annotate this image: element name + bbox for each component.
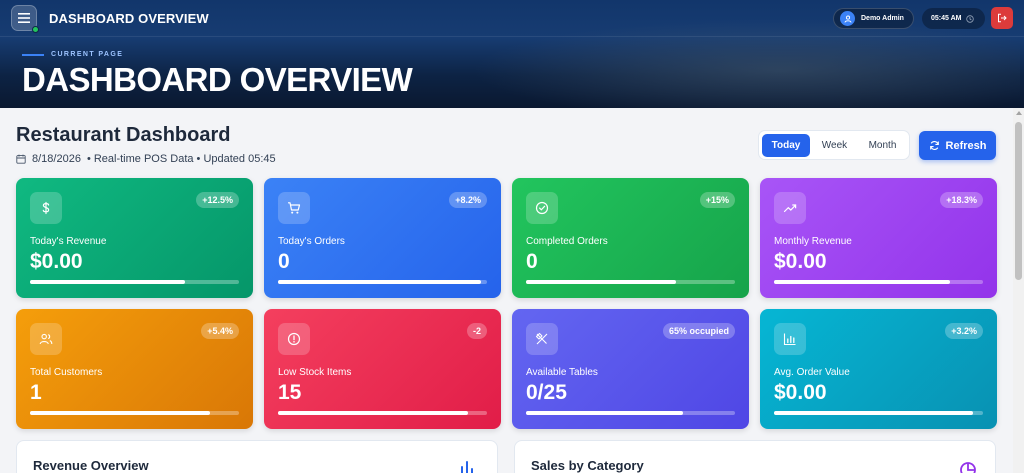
- current-time: 05:45 AM: [931, 15, 962, 22]
- page-scrollbar[interactable]: [1013, 108, 1024, 473]
- dashboard-content: Restaurant Dashboard 8/18/2026 • Real-ti…: [0, 108, 1013, 473]
- card-progress-fill: [30, 411, 210, 415]
- refresh-icon: [929, 141, 939, 150]
- card-value: 0: [526, 250, 538, 273]
- dashboard-meta: 8/18/2026 • Real-time POS Data • Updated…: [16, 153, 276, 165]
- scrollbar-thumb[interactable]: [1015, 122, 1022, 280]
- logout-icon: [998, 13, 1007, 23]
- trending-up-icon: [774, 192, 806, 224]
- cart-icon: [278, 192, 310, 224]
- clock-display: 05:45 AM: [922, 8, 985, 29]
- user-menu-button[interactable]: Demo Admin: [833, 8, 914, 29]
- card-change-badge: +12.5%: [196, 192, 239, 208]
- revenue-overview-panel: Revenue Overview: [16, 440, 498, 473]
- card-change-badge: +18.3%: [940, 192, 983, 208]
- card-change-badge: 65% occupied: [662, 323, 735, 339]
- bar-chart-icon: [461, 461, 473, 473]
- card-change-badge: +15%: [699, 192, 735, 208]
- refresh-button[interactable]: Refresh: [919, 131, 996, 160]
- card-label: Monthly Revenue: [774, 236, 852, 247]
- card-label: Total Customers: [30, 367, 103, 378]
- time-range-selector: Today Week Month: [758, 130, 910, 160]
- card-progress-fill: [278, 411, 469, 415]
- card-value: 15: [278, 381, 302, 404]
- topbar-page-title: DASHBOARD OVERVIEW: [49, 11, 209, 26]
- dashboard-meta-text: • Real-time POS Data • Updated 05:45: [86, 153, 276, 165]
- card-value: $0.00: [774, 250, 827, 273]
- users-icon: [30, 323, 62, 355]
- card-label: Available Tables: [526, 367, 598, 378]
- card-progress-track: [278, 411, 487, 415]
- sales-by-category-panel: Sales by Category: [514, 440, 996, 473]
- stat-card-low-stock-items[interactable]: -2 Low Stock Items 15: [264, 309, 501, 429]
- online-status-dot: [32, 26, 39, 33]
- card-change-badge: +3.2%: [945, 323, 983, 339]
- card-progress-track: [774, 280, 983, 284]
- card-progress-track: [278, 280, 487, 284]
- calendar-icon: [16, 154, 26, 164]
- card-value: $0.00: [774, 381, 827, 404]
- stat-card-todays-revenue[interactable]: +12.5% Today's Revenue $0.00: [16, 178, 253, 298]
- hamburger-icon: [18, 13, 30, 23]
- card-change-badge: -2: [466, 323, 487, 339]
- stat-card-monthly-revenue[interactable]: +18.3% Monthly Revenue $0.00: [760, 178, 997, 298]
- stat-card-completed-orders[interactable]: +15% Completed Orders 0: [512, 178, 749, 298]
- card-value: 0/25: [526, 381, 567, 404]
- card-value: 1: [30, 381, 42, 404]
- utensils-icon: [526, 323, 558, 355]
- card-change-badge: +8.2%: [449, 192, 487, 208]
- refresh-label: Refresh: [945, 139, 987, 152]
- bar-chart-icon: [774, 323, 806, 355]
- scroll-up-arrow-icon[interactable]: [1016, 111, 1022, 115]
- card-value: 0: [278, 250, 290, 273]
- top-navigation-bar: DASHBOARD OVERVIEW Demo Admin 05:45 AM: [0, 0, 1024, 36]
- card-change-badge: +5.4%: [201, 323, 239, 339]
- check-circle-icon: [526, 192, 558, 224]
- revenue-overview-title: Revenue Overview: [33, 458, 149, 473]
- range-today-button[interactable]: Today: [762, 133, 810, 157]
- stat-card-avg-order-value[interactable]: +3.2% Avg. Order Value $0.00: [760, 309, 997, 429]
- user-avatar-icon: [840, 11, 855, 26]
- sales-by-category-title: Sales by Category: [531, 458, 644, 473]
- dollar-icon: [30, 192, 62, 224]
- hero-subtitle: CURRENT PAGE: [51, 51, 124, 58]
- alert-circle-icon: [278, 323, 310, 355]
- card-progress-track: [526, 411, 735, 415]
- card-progress-track: [30, 411, 239, 415]
- user-name: Demo Admin: [861, 15, 904, 22]
- logout-button[interactable]: [991, 7, 1013, 29]
- card-progress-fill: [774, 280, 950, 284]
- card-progress-fill: [774, 411, 973, 415]
- stat-card-todays-orders[interactable]: +8.2% Today's Orders 0: [264, 178, 501, 298]
- clock-icon: [966, 14, 975, 23]
- card-label: Today's Revenue: [30, 236, 107, 247]
- range-month-button[interactable]: Month: [859, 134, 906, 157]
- card-progress-fill: [526, 280, 677, 284]
- card-progress-fill: [30, 280, 185, 284]
- card-progress-fill: [526, 411, 683, 415]
- dashboard-date: 8/18/2026: [32, 153, 81, 165]
- stat-card-total-customers[interactable]: +5.4% Total Customers 1: [16, 309, 253, 429]
- hero-title: DASHBOARD OVERVIEW: [22, 61, 413, 98]
- pie-chart-icon: [960, 462, 976, 473]
- card-progress-track: [774, 411, 983, 415]
- card-progress-fill: [278, 280, 481, 284]
- hero-accent-line: [22, 54, 44, 56]
- card-label: Low Stock Items: [278, 367, 352, 378]
- card-progress-track: [526, 280, 735, 284]
- card-label: Avg. Order Value: [774, 367, 850, 378]
- range-week-button[interactable]: Week: [812, 134, 857, 157]
- stat-card-available-tables[interactable]: 65% occupied Available Tables 0/25: [512, 309, 749, 429]
- card-progress-track: [30, 280, 239, 284]
- card-label: Today's Orders: [278, 236, 345, 247]
- dashboard-title: Restaurant Dashboard: [16, 124, 231, 146]
- card-value: $0.00: [30, 250, 83, 273]
- card-label: Completed Orders: [526, 236, 608, 247]
